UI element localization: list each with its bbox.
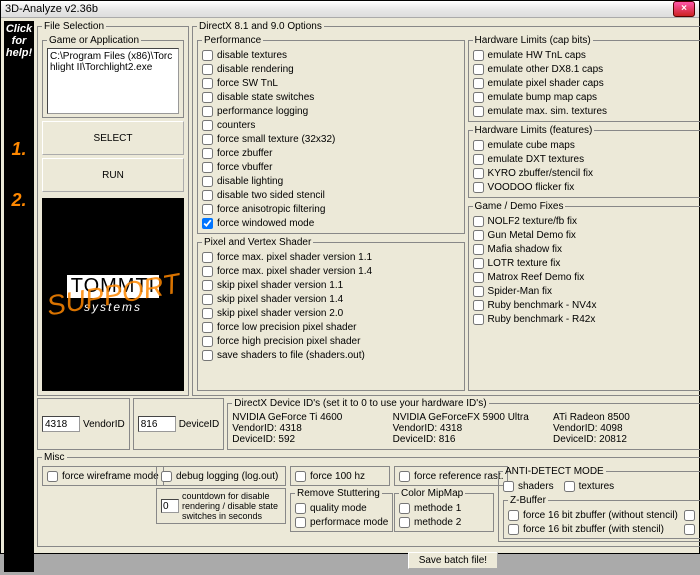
checkbox-item[interactable]: force zbuffer [202,146,460,160]
path-display: C:\Program Files (x86)\Torchlight II\Tor… [47,48,179,114]
checkbox-item[interactable]: emulate cube maps [473,138,700,152]
force-reference-rast-checkbox: force reference rast. [399,469,503,483]
zbuffer-group: Z-Buffer force 16 bit zbuffer (without s… [503,495,700,539]
checkbox-item[interactable]: Matrox Reef Demo fix [473,270,700,284]
checkbox-item[interactable]: force high precision pixel shader [202,334,460,348]
debug-logging-checkbox: debug logging (log.out) [161,469,281,483]
checkbox-item[interactable]: methode 2 [399,515,489,529]
checkbox-item[interactable]: methode 1 [399,501,489,515]
checkbox-item[interactable]: force max. pixel shader version 1.4 [202,264,460,278]
dx-performance-group: Performancedisable texturesdisable rende… [197,35,465,234]
help-sidebar: Click for help! 1. 2. [4,21,34,572]
checkbox-item[interactable]: force windowed mode [202,216,460,230]
checkbox-item[interactable]: force max. pixel shader version 1.1 [202,250,460,264]
checkbox-item[interactable]: VOODOO flicker fix [473,180,700,194]
step-2: 2. [11,190,26,211]
misc-legend: Misc [42,452,67,463]
checkbox-item[interactable]: emulate pixel shader caps [473,76,700,90]
save-batch-button[interactable]: Save batch file! [408,552,498,569]
checkbox-item[interactable]: emulate HW TnL caps [473,48,700,62]
checkbox-item[interactable]: disable two sided stencil [202,188,460,202]
vendor-id-label: VendorID [83,419,125,430]
vendor-id-box: VendorID [37,398,130,450]
checkbox-item[interactable]: force vbuffer [202,160,460,174]
force-wireframe-checkbox: force wireframe mode [47,469,159,483]
checkbox-item[interactable]: emulate DXT textures [473,152,700,166]
checkbox-item[interactable]: emulate bump map caps [473,90,700,104]
dx-gamefix-group: Game / Demo FixesNOLF2 texture/fb fixGun… [468,201,700,391]
anti-shaders-checkbox: shaders [503,479,554,493]
device-id-box: DeviceID [133,398,225,450]
checkbox-item[interactable]: LOTR texture fix [473,256,700,270]
checkbox-item[interactable]: disable lighting [202,174,460,188]
file-selection-legend: File Selection [42,21,106,32]
anti-detect-group: ANTI-DETECT MODE shaders textures Z-Buff… [498,466,700,542]
directx-legend: DirectX 8.1 and 9.0 Options [197,21,324,32]
help-link[interactable]: Click for help! [6,23,32,59]
force-100hz-checkbox: force 100 hz [295,469,385,483]
checkbox-item[interactable]: KYRO zbuffer/stencil fix [473,166,700,180]
run-button[interactable]: RUN [42,158,184,192]
checkbox-item[interactable]: emulate other DX8.1 caps [473,62,700,76]
checkbox-item[interactable]: disable rendering [202,62,460,76]
window-title: 3D-Analyze v2.36b [5,3,673,15]
dx-hwcap-group: Hardware Limits (cap bits)emulate HW TnL… [468,35,700,122]
checkbox-item[interactable]: force SW TnL [202,76,460,90]
close-icon[interactable]: × [673,1,695,17]
checkbox-item[interactable]: force low precision pixel shader [202,320,460,334]
device-id-input[interactable] [138,416,176,432]
checkbox-item[interactable]: performance logging [202,104,460,118]
checkbox-item[interactable]: disable textures [202,48,460,62]
step-1: 1. [11,139,26,160]
device-id-label: DeviceID [179,419,220,430]
logo: TOMMTI systems SUPPORT [42,198,184,391]
checkbox-item[interactable]: skip pixel shader version 1.1 [202,278,460,292]
dx-pvs-group: Pixel and Vertex Shaderforce max. pixel … [197,237,465,391]
device-cards: NVIDIA GeForce Ti 4600VendorID: 4318Devi… [232,412,700,445]
checkbox-item[interactable]: save shaders to file (shaders.out) [202,348,460,362]
checkbox-item[interactable]: skip pixel shader version 1.4 [202,292,460,306]
color-mipmap-group: Color MipMapmethode 1methode 2 [394,488,494,532]
checkbox-item[interactable]: disable state switches [202,90,460,104]
checkbox-item[interactable]: Ruby benchmark - NV4x [473,298,700,312]
checkbox-item[interactable]: Spider-Man fix [473,284,700,298]
checkbox-item[interactable]: force small texture (32x32) [202,132,460,146]
checkbox-item[interactable]: force anisotropic filtering [202,202,460,216]
vendor-id-input[interactable] [42,416,80,432]
checkbox-item[interactable]: NOLF2 texture/fb fix [473,214,700,228]
checkbox-item[interactable]: Mafia shadow fix [473,242,700,256]
dx-hwfeat-group: Hardware Limits (features)emulate cube m… [468,125,700,198]
checkbox-item[interactable]: counters [202,118,460,132]
checkbox-item[interactable]: quality mode [295,501,388,515]
game-app-legend: Game or Application [47,35,141,46]
device-ids-legend: DirectX Device ID's (set it to 0 to use … [232,398,488,409]
remove-stuttering-group: Remove Stutteringquality modeperformace … [290,488,393,532]
anti-textures-checkbox: textures [564,479,615,493]
countdown-input[interactable] [161,499,179,513]
checkbox-item[interactable]: emulate max. sim. textures [473,104,700,118]
select-button[interactable]: SELECT [42,121,184,155]
checkbox-item[interactable]: skip pixel shader version 2.0 [202,306,460,320]
checkbox-item[interactable]: Ruby benchmark - R42x [473,312,700,326]
checkbox-item[interactable]: performace mode [295,515,388,529]
checkbox-item[interactable]: Gun Metal Demo fix [473,228,700,242]
countdown-box: countdown for disable rendering / disabl… [161,491,281,521]
